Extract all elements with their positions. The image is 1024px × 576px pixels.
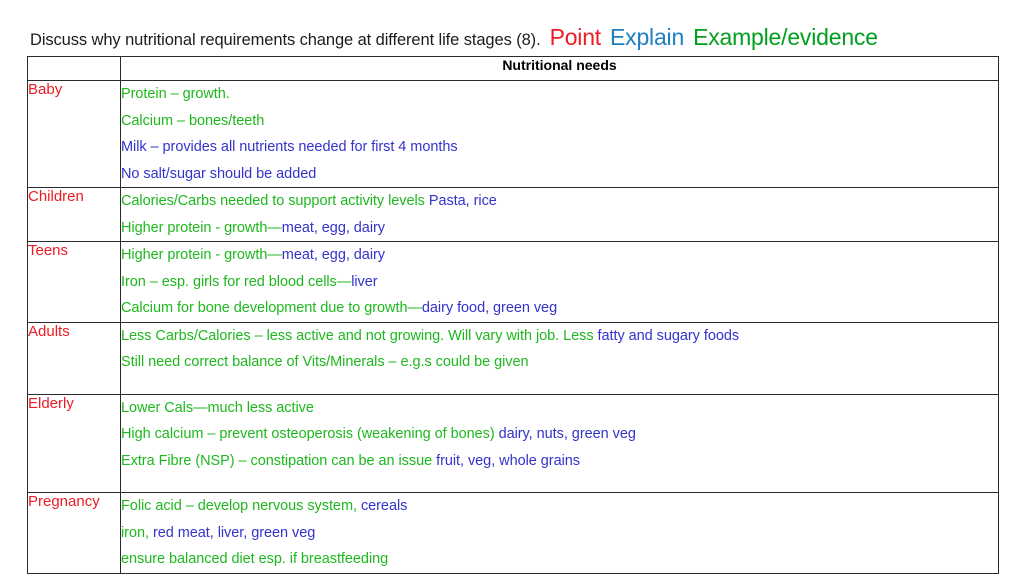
life-stage-cell: Pregnancy xyxy=(27,492,121,574)
need-segment-explain: iron, xyxy=(121,524,153,541)
need-segment-explain: Iron – esp. girls for red blood cells— xyxy=(121,273,352,290)
need-line: Calcium for bone development due to grow… xyxy=(121,295,998,322)
need-line: iron, red meat, liver, green veg xyxy=(121,520,998,547)
need-line: Still need correct balance of Vits/Miner… xyxy=(121,349,998,376)
need-segment-explain: Higher protein - growth— xyxy=(121,247,282,263)
need-segment-example: Milk – provides all nutrients needed for… xyxy=(121,139,458,155)
need-line: Milk – provides all nutrients needed for… xyxy=(121,134,998,161)
nutrition-table-wrapper: Nutritional needs Baby Protein – growth. C… xyxy=(27,56,999,574)
life-stage-cell: Elderly xyxy=(27,393,121,493)
need-line: High calcium – prevent osteoperosis (wea… xyxy=(121,421,998,448)
table-row: Elderly Lower Cals—much less active High c… xyxy=(27,393,999,493)
need-line: No salt/sugar should be added xyxy=(121,161,998,188)
need-segment-explain: Calories/Carbs needed to support activit… xyxy=(121,193,429,209)
need-segment-example: meat, egg, dairy xyxy=(281,247,385,263)
slide-title-row: Discuss why nutritional requirements cha… xyxy=(30,26,1006,50)
need-line: Iron – esp. girls for red blood cells—li… xyxy=(121,269,998,296)
need-segment-explain: ensure balanced diet esp. if breastfeedi… xyxy=(121,551,389,567)
life-stage-cell: Adults xyxy=(27,321,121,395)
need-segment-example: dairy, nuts, green veg xyxy=(498,426,636,442)
need-segment-example: meat, egg, dairy xyxy=(281,219,385,236)
table-header-row: Nutritional needs xyxy=(27,56,999,81)
need-segment-explain: Protein – growth. xyxy=(121,86,230,102)
need-segment-example: liver xyxy=(351,273,378,290)
nutritional-needs-cell: Folic acid – develop nervous system, cer… xyxy=(120,492,999,574)
life-stage-label: Children xyxy=(28,188,84,205)
nutritional-needs-cell: Calories/Carbs needed to support activit… xyxy=(120,187,999,242)
table-row: Pregnancy Folic acid – develop nervous sy… xyxy=(27,492,999,574)
need-segment-example: Pasta, rice xyxy=(428,193,497,209)
table-row: Teens Higher protein - growth—meat, egg, … xyxy=(27,241,999,323)
need-segment-example: fatty and sugary foods xyxy=(597,327,740,344)
life-stage-label: Pregnancy xyxy=(28,493,100,510)
color-key-legend: Point Explain Example/evidence xyxy=(550,26,878,49)
table-row: Children Calories/Carbs needed to support… xyxy=(27,187,999,242)
need-line: ensure balanced diet esp. if breastfeedi… xyxy=(121,546,998,573)
need-line: Extra Fibre (NSP) – constipation can be … xyxy=(121,448,998,475)
table-row: Adults Less Carbs/Calories – less active … xyxy=(27,321,999,395)
need-segment-explain: Higher protein - growth— xyxy=(121,219,282,236)
need-segment-explain: Extra Fibre (NSP) – constipation can be … xyxy=(121,452,437,469)
life-stage-label: Teens xyxy=(28,242,69,259)
need-segment-example: fruit, veg, whole grains xyxy=(436,452,580,469)
page-title: Discuss why nutritional requirements cha… xyxy=(30,31,541,49)
need-segment-example: cereals xyxy=(360,498,408,514)
table-body: Baby Protein – growth. Calcium – bones/tee… xyxy=(27,80,999,574)
nutritional-needs-cell: Higher protein - growth—meat, egg, dairy… xyxy=(120,241,999,323)
nutritional-needs-cell: Protein – growth. Calcium – bones/teeth Mi… xyxy=(120,80,999,188)
life-stage-label: Adults xyxy=(28,322,70,340)
slide-canvas: Discuss why nutritional requirements cha… xyxy=(0,0,1024,576)
need-line: Calories/Carbs needed to support activit… xyxy=(121,188,998,215)
need-line: Calcium – bones/teeth xyxy=(121,108,998,135)
legend-item-example: Example/evidence xyxy=(693,24,878,50)
need-line: Lower Cals—much less active xyxy=(121,395,998,422)
need-segment-example: dairy food, green veg xyxy=(421,300,558,316)
need-line: Higher protein - growth—meat, egg, dairy xyxy=(121,242,998,269)
need-segment-explain: Calcium – bones/teeth xyxy=(121,112,265,129)
life-stage-cell: Teens xyxy=(27,241,121,323)
need-line: Protein – growth. xyxy=(121,81,998,108)
need-line: Folic acid – develop nervous system, cer… xyxy=(121,493,998,520)
need-line: Less Carbs/Calories – less active and no… xyxy=(121,323,998,350)
need-segment-example: red meat, liver, green veg xyxy=(152,524,316,541)
legend-item-explain: Explain xyxy=(610,24,685,50)
need-line: Higher protein - growth—meat, egg, dairy xyxy=(121,215,998,242)
life-stage-cell: Baby xyxy=(27,80,121,188)
table-head: Nutritional needs xyxy=(27,56,999,81)
need-segment-explain: Calcium for bone development due to grow… xyxy=(121,300,422,316)
need-segment-explain: Still need correct balance of Vits/Miner… xyxy=(121,354,529,370)
need-segment-explain: High calcium – prevent osteoperosis (wea… xyxy=(121,426,499,442)
need-segment-explain: Folic acid – develop nervous system, xyxy=(121,498,361,514)
need-segment-example: No salt/sugar should be added xyxy=(121,165,317,182)
life-stage-label: Baby xyxy=(28,81,63,98)
nutritional-needs-cell: Lower Cals—much less active High calcium … xyxy=(120,393,999,493)
nutritional-needs-cell: Less Carbs/Calories – less active and no… xyxy=(120,321,999,395)
life-stage-label: Elderly xyxy=(28,394,74,412)
nutrition-table: Nutritional needs Baby Protein – growth. C… xyxy=(27,56,999,574)
column-header-life-stage xyxy=(27,56,121,81)
need-segment-explain: Lower Cals—much less active xyxy=(121,399,314,416)
need-segment-explain: Less Carbs/Calories – less active and no… xyxy=(121,327,598,344)
column-header-nutritional-needs: Nutritional needs xyxy=(120,56,999,81)
legend-item-point: Point xyxy=(549,24,602,50)
table-row: Baby Protein – growth. Calcium – bones/tee… xyxy=(27,80,999,188)
life-stage-cell: Children xyxy=(27,187,121,242)
